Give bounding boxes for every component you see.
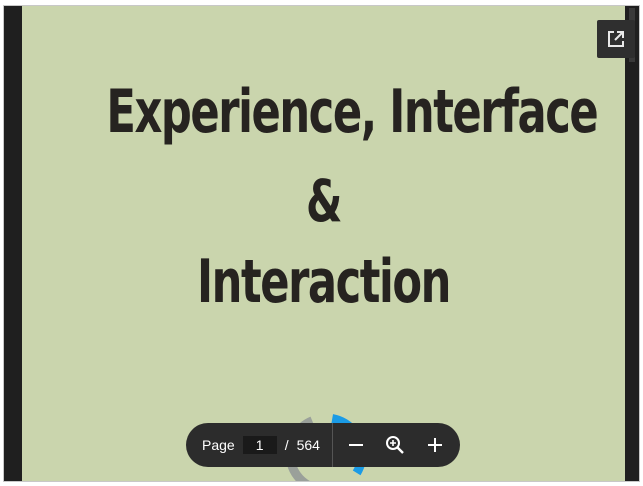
document-title-line-1: Experience, Interface (106, 77, 598, 147)
pdf-toolbar: Page / 564 (186, 423, 460, 467)
zoom-out-button[interactable] (343, 431, 370, 459)
popout-button[interactable] (597, 20, 635, 58)
minus-icon (349, 444, 364, 446)
document-title-line-3: Interaction (197, 247, 451, 317)
pdf-page: Experience, Interface & Interaction (22, 6, 625, 481)
document-title-line-2: & (306, 167, 342, 235)
page-separator: / (284, 437, 289, 453)
zoom-magnifier-icon (386, 436, 405, 454)
toolbar-divider (331, 423, 333, 467)
zoom-in-button[interactable] (421, 431, 448, 459)
total-pages: 564 (296, 437, 320, 453)
plus-icon (427, 438, 442, 452)
page-number-input[interactable] (242, 436, 277, 454)
page-label: Page (202, 437, 235, 453)
pdf-viewer-frame: Experience, Interface & Interaction (3, 5, 640, 482)
open-in-new-window-icon (608, 31, 624, 47)
zoom-reset-button[interactable] (382, 431, 409, 459)
